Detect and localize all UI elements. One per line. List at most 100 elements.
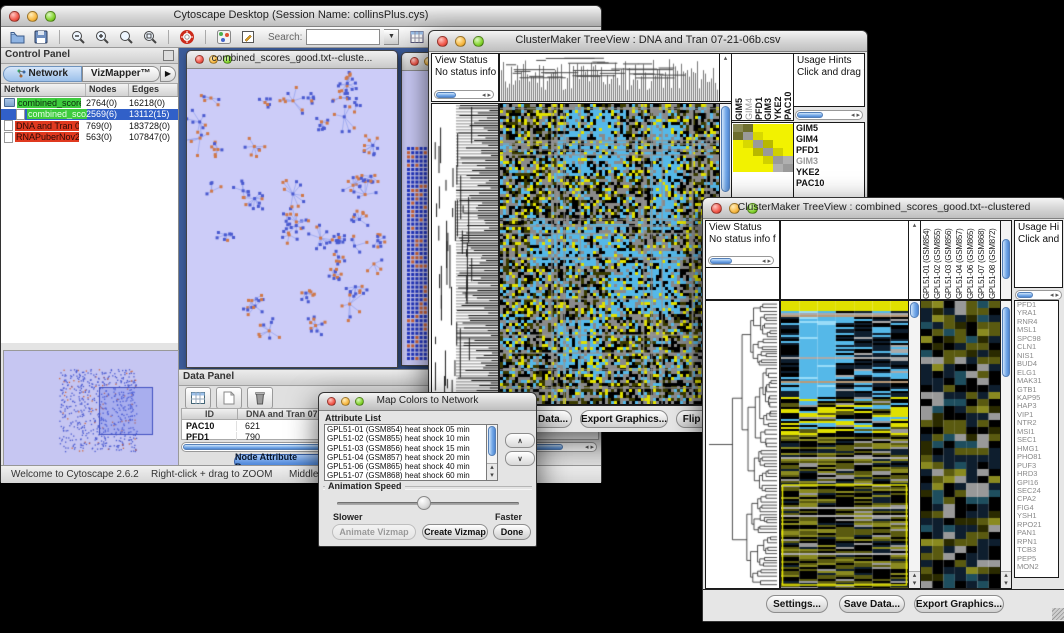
- network-icon: [4, 132, 13, 143]
- attribute-list-item[interactable]: GPL51-04 (GSM857) heat shock 20 min: [325, 453, 497, 462]
- scrollbar-arrows[interactable]: ▴▾: [1001, 571, 1011, 588]
- create-vizmap-button[interactable]: Create Vizmap: [422, 524, 488, 540]
- attribute-list-item[interactable]: GPL51-06 (GSM865) heat shock 40 min: [325, 462, 497, 471]
- help-ring-icon[interactable]: [177, 29, 197, 46]
- gene-label[interactable]: GIM5: [794, 123, 864, 134]
- scrollbar-thumb[interactable]: [721, 106, 730, 192]
- gene-label[interactable]: YKE2: [794, 167, 864, 178]
- treeview1-column-dendrogram[interactable]: [499, 53, 720, 102]
- zoom-fit-icon[interactable]: [116, 29, 136, 46]
- resize-grip[interactable]: [1052, 608, 1064, 620]
- column-label: GPL51-08 (GSM872): [988, 221, 999, 299]
- dialog-titlebar[interactable]: Map Colors to Network: [319, 393, 536, 411]
- attribute-list-vscrollbar[interactable]: ▴▾: [486, 424, 498, 481]
- scrollbar-thumb[interactable]: [488, 426, 496, 456]
- birdseye-view[interactable]: [3, 350, 179, 466]
- scrollbar-arrows[interactable]: ◂ ▸: [585, 443, 594, 452]
- close-button[interactable]: [410, 57, 419, 66]
- usage-hints-hscrollbar[interactable]: ◂ ▸: [795, 110, 863, 120]
- scrollbar-arrows[interactable]: ▴▾: [487, 463, 497, 480]
- network-edges-count: 13112(15): [129, 109, 169, 119]
- network-name: DNA and Tran 07: [15, 121, 79, 131]
- view-status-hscrollbar[interactable]: ◂ ▸: [434, 90, 494, 99]
- treeview2-row-dendrogram[interactable]: [705, 300, 780, 589]
- treeview1-usage-hints: Usage Hints Click and drag to: [793, 53, 865, 107]
- network-row[interactable]: combined_sco 2569(6) 13112(15): [1, 109, 178, 121]
- network-name: RNAPuberNov2+|: [15, 132, 79, 142]
- zoom-in-icon[interactable]: [92, 29, 112, 46]
- network-row[interactable]: DNA and Tran 07 769(0) 183728(0): [1, 120, 178, 132]
- search-dropdown-arrow[interactable]: ▼: [384, 29, 399, 45]
- attribute-select-icon[interactable]: [185, 387, 211, 409]
- treeview2-global-heatmap[interactable]: [780, 300, 910, 589]
- treeview2-titlebar[interactable]: ClusterMaker TreeView : combined_scores_…: [703, 198, 1064, 219]
- column-label: YKE2: [773, 54, 783, 120]
- animation-speed-slider-thumb[interactable]: [417, 496, 431, 510]
- column-label: GPL51-04 (GSM857): [955, 221, 966, 299]
- attribute-id: PFD1: [182, 432, 237, 442]
- tab-network[interactable]: Network: [3, 66, 82, 82]
- scrollbar-thumb[interactable]: [1002, 307, 1010, 377]
- open-icon[interactable]: [7, 29, 27, 46]
- network-edges-count: 183728(0): [129, 121, 170, 131]
- attribute-list-item[interactable]: GPL51-01 (GSM854) heat shock 05 min: [325, 425, 497, 434]
- treeview1-row-dendrogram[interactable]: [431, 103, 499, 405]
- settings-button[interactable]: Settings...: [766, 595, 828, 613]
- toolbar-separator: [205, 30, 206, 44]
- network-table-rows: combined_scores 2764(0) 16218(0) combine…: [1, 97, 178, 343]
- gene-label[interactable]: GIM4: [794, 134, 864, 145]
- tab-overflow-arrow[interactable]: ▶: [160, 66, 176, 82]
- gene-label[interactable]: MON2: [1015, 563, 1058, 571]
- faster-label: Faster: [495, 512, 522, 522]
- attribute-list-item[interactable]: GPL51-03 (GSM856) heat shock 15 min: [325, 444, 497, 453]
- main-titlebar[interactable]: Cytoscape Desktop (Session Name: collins…: [1, 6, 601, 27]
- treeview1-view-status: View Status No status info f ◂ ▸: [431, 53, 499, 102]
- save-data-button[interactable]: Save Data...: [839, 595, 905, 613]
- annotation-icon[interactable]: [238, 29, 258, 46]
- network-view-1-titlebar[interactable]: combined_scores_good.txt--cluste...: [187, 51, 397, 69]
- treeview1-zoom-matrix[interactable]: [733, 124, 793, 172]
- done-button[interactable]: Done: [493, 524, 531, 540]
- zoom-selected-icon[interactable]: [140, 29, 160, 46]
- save-icon[interactable]: [31, 29, 51, 46]
- attribute-list-item[interactable]: GPL51-07 (GSM868) heat shock 60 min: [325, 471, 497, 480]
- move-down-button[interactable]: ∨: [505, 451, 535, 466]
- treeview1-heatmap[interactable]: [499, 103, 720, 405]
- cytopanel-nodes-icon[interactable]: [214, 29, 234, 46]
- network-icon: [4, 98, 15, 107]
- usage-hints-hscrollbar[interactable]: ◂ ▸: [1015, 290, 1062, 300]
- treeview2-zoom-vscrollbar[interactable]: ▴▾: [1000, 300, 1012, 589]
- treeview1-titlebar[interactable]: ClusterMaker TreeView : DNA and Tran 07-…: [429, 31, 867, 52]
- gene-label[interactable]: GIM3: [794, 156, 864, 167]
- network-view-1-canvas[interactable]: [187, 69, 395, 366]
- treeview2-column-tree-area[interactable]: [780, 220, 909, 300]
- treeview2-labels-vscrollbar[interactable]: [1000, 220, 1012, 300]
- scrollbar-arrows[interactable]: ▴▾: [909, 571, 920, 588]
- tab-vizmapper[interactable]: VizMapper™: [82, 66, 161, 82]
- network-row[interactable]: RNAPuberNov2+| 563(0) 107847(0): [1, 132, 178, 144]
- treeview1-title: ClusterMaker TreeView : DNA and Tran 07-…: [429, 34, 867, 46]
- map-colors-dialog: Map Colors to Network Attribute List GPL…: [318, 392, 537, 547]
- attribute-list-item[interactable]: GPL51-02 (GSM855) heat shock 10 min: [325, 434, 497, 443]
- network-icon: [16, 109, 25, 120]
- search-input[interactable]: [306, 29, 380, 45]
- attribute-value: 790: [237, 432, 260, 442]
- delete-attribute-icon[interactable]: [247, 387, 273, 409]
- status-zoom-hint: Right-click + drag to ZOOM: [151, 469, 272, 480]
- treeview2-gene-list: PFD1YRA1RNR4MSL1SPC98CLN1NIS1BUD4ELG1MAK…: [1014, 300, 1059, 578]
- toolbar-separator: [168, 30, 169, 44]
- view-status-hscrollbar[interactable]: ◂ ▸: [708, 256, 774, 265]
- export-graphics-button[interactable]: Export Graphics...: [914, 595, 1004, 613]
- new-attribute-icon[interactable]: [216, 387, 242, 409]
- scrollbar-thumb[interactable]: [910, 302, 919, 318]
- export-graphics-button[interactable]: Export Graphics...: [580, 410, 668, 428]
- table-import-icon[interactable]: [407, 29, 427, 46]
- gene-label[interactable]: PAC10: [794, 178, 864, 189]
- network-row[interactable]: combined_scores 2764(0) 16218(0): [1, 97, 178, 109]
- animate-vizmap-button[interactable]: Animate Vizmap: [332, 524, 416, 540]
- treeview2-zoom-heatmap[interactable]: [920, 300, 1001, 589]
- zoom-out-icon[interactable]: [68, 29, 88, 46]
- move-up-button[interactable]: ∧: [505, 433, 535, 448]
- float-panel-icon[interactable]: [163, 50, 174, 61]
- gene-label[interactable]: PFD1: [794, 145, 864, 156]
